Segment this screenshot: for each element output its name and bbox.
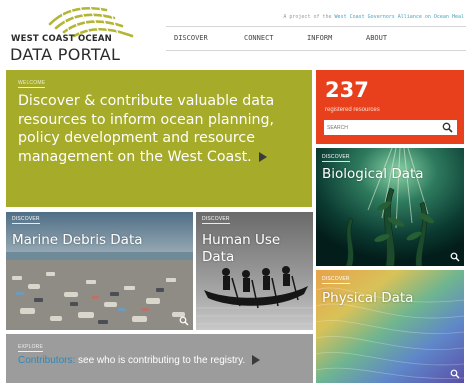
welcome-text: Discover & contribute valuable data reso…	[18, 93, 275, 165]
registry-panel: 237 registered resources	[316, 70, 464, 144]
search-input[interactable]	[327, 122, 439, 133]
nav-about[interactable]: ABOUT	[366, 34, 387, 42]
welcome-text-block: Discover & contribute valuable data reso…	[18, 92, 308, 166]
physical-tag: DISCOVER	[322, 276, 350, 284]
search-icon[interactable]	[442, 122, 453, 133]
zoom-icon[interactable]	[450, 369, 460, 379]
resource-count-label: registered resources	[325, 107, 380, 113]
explore-line: Contributors: see who is contributing to…	[18, 355, 261, 366]
human-use-title: Human Use Data	[202, 232, 281, 265]
nav-connect[interactable]: CONNECT	[244, 34, 274, 42]
nav-discover[interactable]: DISCOVER	[174, 34, 208, 42]
tagline-link[interactable]: West Coast Governors Alliance on Ocean H…	[335, 14, 464, 20]
debris-title: Marine Debris Data	[12, 232, 143, 248]
arrow-right-icon[interactable]	[252, 355, 261, 366]
site-logo[interactable]: WEST COAST OCEAN DATA PORTAL	[6, 4, 134, 64]
tagline-prefix: A project of the	[283, 14, 332, 20]
logo-line-1: WEST COAST OCEAN	[11, 34, 112, 44]
tile-marine-debris-data[interactable]: DISCOVER Marine Debris Data	[6, 212, 193, 330]
logo-line-2: DATA PORTAL	[10, 45, 121, 64]
tagline: A project of the West Coast Governors Al…	[283, 14, 464, 20]
contributors-link[interactable]: Contributors:	[18, 355, 75, 366]
welcome-panel[interactable]: WELCOME Discover & contribute valuable d…	[6, 70, 312, 207]
nav-inform[interactable]: INFORM	[307, 34, 332, 42]
tile-physical-data[interactable]: DISCOVER Physical Data	[316, 270, 464, 383]
debris-beach-image	[6, 212, 193, 330]
zoom-icon[interactable]	[179, 316, 189, 326]
debris-tag: DISCOVER	[12, 216, 40, 224]
main-nav: DISCOVER CONNECT INFORM ABOUT	[166, 26, 466, 51]
explore-text: see who is contributing to the registry.	[75, 355, 246, 366]
arrow-right-icon[interactable]	[258, 151, 267, 162]
zoom-icon[interactable]	[450, 252, 460, 262]
biological-tag: DISCOVER	[322, 154, 350, 162]
tile-biological-data[interactable]: DISCOVER Biological Data	[316, 148, 464, 266]
explore-panel[interactable]: EXPLORE Contributors: see who is contrib…	[6, 334, 313, 383]
human-use-tag: DISCOVER	[202, 216, 230, 224]
search-box	[324, 120, 457, 135]
welcome-tag: WELCOME	[18, 80, 46, 88]
physical-title: Physical Data	[322, 290, 414, 306]
explore-tag: EXPLORE	[18, 344, 44, 352]
canoe-image	[196, 212, 313, 330]
resource-count: 237	[325, 78, 369, 102]
tile-human-use-data[interactable]: DISCOVER Human Use Data	[196, 212, 313, 330]
bathymetry-image	[316, 270, 464, 383]
biological-title: Biological Data	[322, 166, 424, 182]
